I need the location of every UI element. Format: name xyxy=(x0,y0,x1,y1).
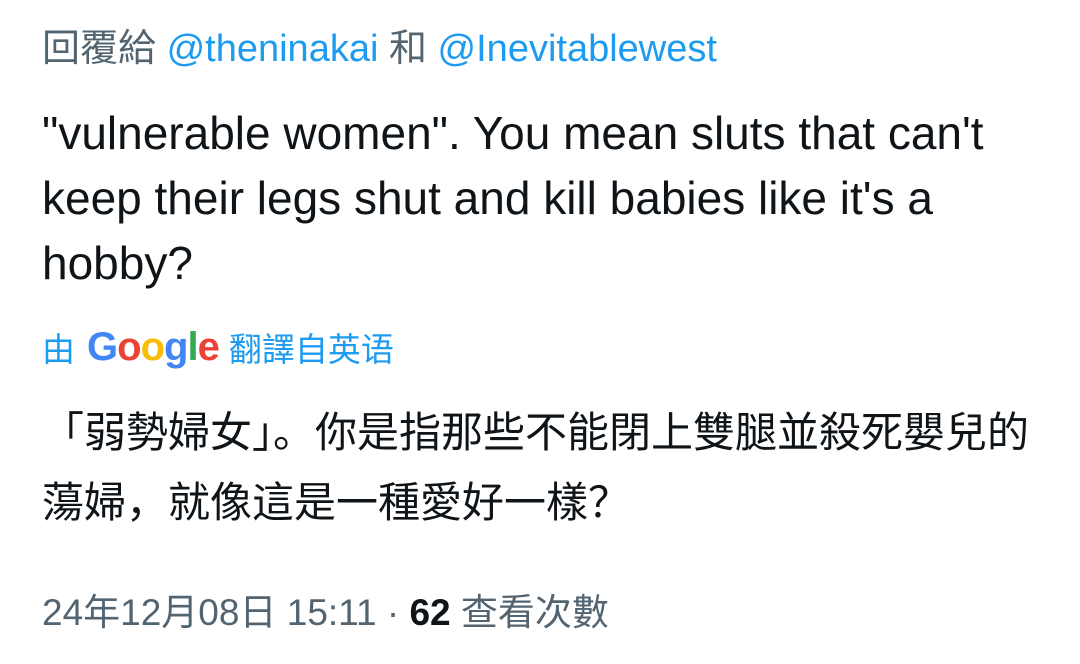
tweet-meta: 24年12月08日 15:11 · 62 查看次數 xyxy=(42,586,609,640)
views-count[interactable]: 62 xyxy=(409,592,450,633)
reply-conjunction: 和 xyxy=(388,28,427,70)
views-label[interactable]: 查看次數 xyxy=(461,592,609,633)
mention-link-inevitablewest[interactable]: @Inevitablewest xyxy=(438,28,717,70)
google-logo-letter: g xyxy=(164,324,188,369)
translation-source-label: 翻譯自英语 xyxy=(228,331,394,368)
translated-tweet-text: 「弱勢婦女」。你是指那些不能閉上雙腿並殺死嬰兒的蕩婦，就像這是一種愛好一樣？ xyxy=(42,409,1030,526)
translation-attribution[interactable]: 由 Google 翻譯自英语 xyxy=(42,322,394,372)
tweet-text: "vulnerable women". You mean sluts that … xyxy=(42,107,984,289)
translation-by-label: 由 xyxy=(42,331,75,368)
meta-separator: · xyxy=(386,592,400,633)
google-logo: Google xyxy=(87,324,220,370)
google-logo-letter: e xyxy=(197,324,220,369)
mention-link-theninakai[interactable]: @theninakai xyxy=(167,28,379,70)
reply-prefix: 回覆給 xyxy=(42,28,157,70)
tweet-timestamp[interactable]: 24年12月08日 15:11 xyxy=(42,592,377,633)
google-logo-letter: G xyxy=(87,324,118,369)
reply-context: 回覆給 @theninakai 和 @Inevitablewest xyxy=(42,22,717,76)
google-logo-letter: o xyxy=(117,324,141,369)
google-logo-letter: l xyxy=(187,324,198,369)
google-logo-letter: o xyxy=(140,324,165,369)
